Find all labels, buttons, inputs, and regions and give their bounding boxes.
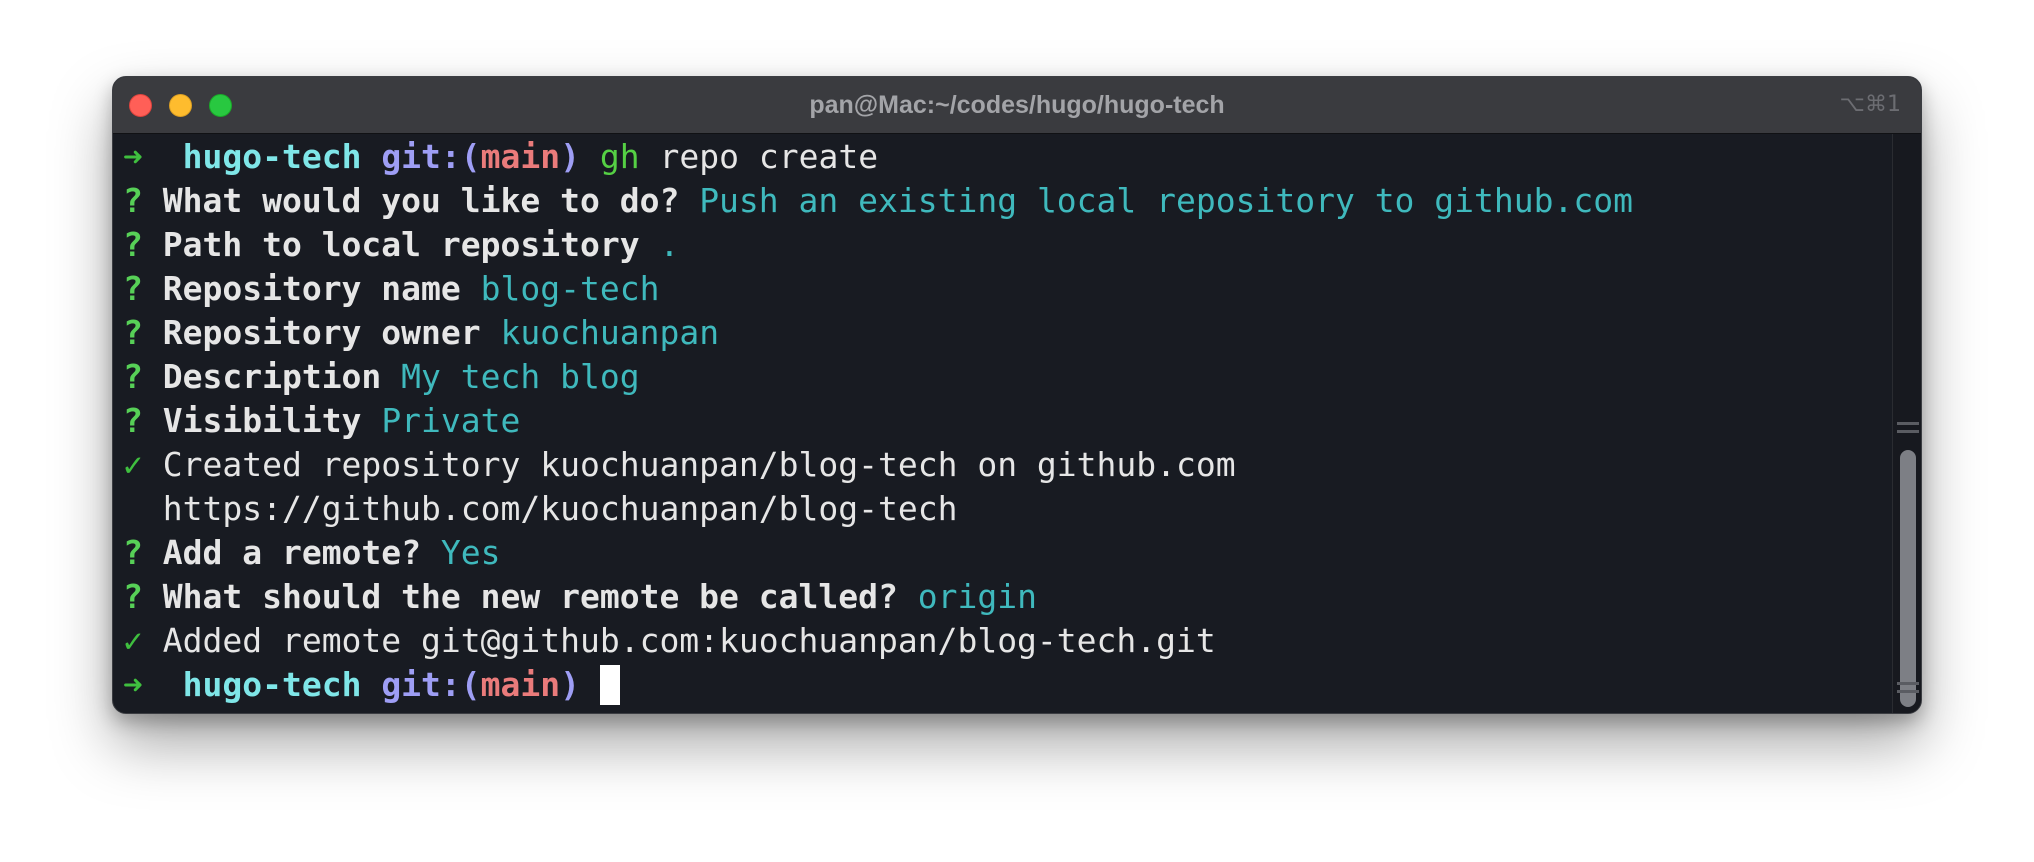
command-arguments: repo create	[659, 137, 879, 176]
output-line: ? Path to local repository .	[113, 223, 1893, 267]
prompt-answer: blog-tech	[480, 269, 660, 308]
output-line: ✓ Created repository kuochuanpan/blog-te…	[113, 443, 1893, 487]
question-mark-icon: ?	[123, 401, 143, 440]
question-mark-icon: ?	[123, 181, 143, 220]
prompt-git-close: )	[560, 137, 581, 176]
output-line: ? Visibility Private	[113, 399, 1893, 443]
prompt-arrow-icon: ➜	[123, 665, 143, 704]
command-program: gh	[599, 137, 640, 176]
question-mark-icon: ?	[123, 225, 143, 264]
scroll-mark	[1897, 430, 1919, 433]
prompt-question: What would you like to do?	[162, 181, 680, 220]
output-line: https://github.com/kuochuanpan/blog-tech	[113, 487, 1893, 531]
scrollbar-thumb[interactable]	[1900, 450, 1916, 707]
question-mark-icon: ?	[123, 313, 143, 352]
prompt-line: ➜ hugo-tech git:(main) gh repo create	[113, 135, 1893, 179]
prompt-question: Add a remote?	[162, 533, 422, 572]
prompt-git-close: )	[560, 665, 581, 704]
prompt-arrow-icon: ➜	[123, 137, 143, 176]
prompt-question: What should the new remote be called?	[162, 577, 898, 616]
scroll-mark	[1897, 422, 1919, 425]
scrollbar[interactable]	[1892, 134, 1921, 713]
window-shortcut-label: ⌥⌘1	[1839, 92, 1901, 117]
prompt-answer: origin	[917, 577, 1037, 616]
output-line: ✓ Added remote git@github.com:kuochuanpa…	[113, 619, 1893, 663]
scroll-mark	[1897, 690, 1919, 693]
prompt-git-branch: main	[480, 665, 561, 704]
question-mark-icon: ?	[123, 269, 143, 308]
prompt-answer: kuochuanpan	[500, 313, 720, 352]
window-title: pan@Mac:~/codes/hugo/hugo-tech	[809, 91, 1225, 119]
prompt-git-label: git:(	[381, 137, 481, 176]
scroll-mark	[1897, 682, 1919, 685]
prompt-question: Visibility	[162, 401, 362, 440]
output-line: ? What should the new remote be called? …	[113, 575, 1893, 619]
prompt-question: Repository owner	[162, 313, 481, 352]
terminal-output[interactable]: ➜ hugo-tech git:(main) gh repo create ? …	[113, 133, 1893, 707]
prompt-git-branch: main	[480, 137, 561, 176]
output-line: ? Add a remote? Yes	[113, 531, 1893, 575]
repository-url[interactable]: https://github.com/kuochuanpan/blog-tech	[163, 489, 958, 528]
prompt-question: Path to local repository	[162, 225, 640, 264]
success-message: Added remote git@github.com:kuochuanpan/…	[162, 621, 1216, 660]
output-line: ? Repository name blog-tech	[113, 267, 1893, 311]
prompt-directory: hugo-tech	[182, 665, 362, 704]
prompt-answer: .	[659, 225, 680, 264]
output-line: ? What would you like to do? Push an exi…	[113, 179, 1893, 223]
question-mark-icon: ?	[123, 357, 143, 396]
checkmark-icon: ✓	[123, 445, 143, 484]
prompt-answer: Yes	[440, 533, 501, 572]
prompt-question: Repository name	[162, 269, 461, 308]
checkmark-icon: ✓	[123, 621, 143, 660]
question-mark-icon: ?	[123, 533, 143, 572]
text-cursor	[599, 664, 620, 705]
output-line: ? Description My tech blog	[113, 355, 1893, 399]
prompt-answer: Private	[381, 401, 521, 440]
prompt-answer: Push an existing local repository to git…	[699, 181, 1633, 220]
output-line: ? Repository owner kuochuanpan	[113, 311, 1893, 355]
success-message: Created repository kuochuanpan/blog-tech…	[162, 445, 1236, 484]
prompt-line: ➜ hugo-tech git:(main)	[113, 663, 1893, 707]
prompt-git-label: git:(	[381, 665, 481, 704]
prompt-answer: My tech blog	[401, 357, 640, 396]
title-bar: pan@Mac:~/codes/hugo/hugo-tech ⌥⌘1	[113, 77, 1921, 134]
prompt-directory: hugo-tech	[182, 137, 362, 176]
question-mark-icon: ?	[123, 577, 143, 616]
prompt-question: Description	[162, 357, 382, 396]
terminal-window: pan@Mac:~/codes/hugo/hugo-tech ⌥⌘1 ➜ hug…	[112, 76, 1922, 714]
